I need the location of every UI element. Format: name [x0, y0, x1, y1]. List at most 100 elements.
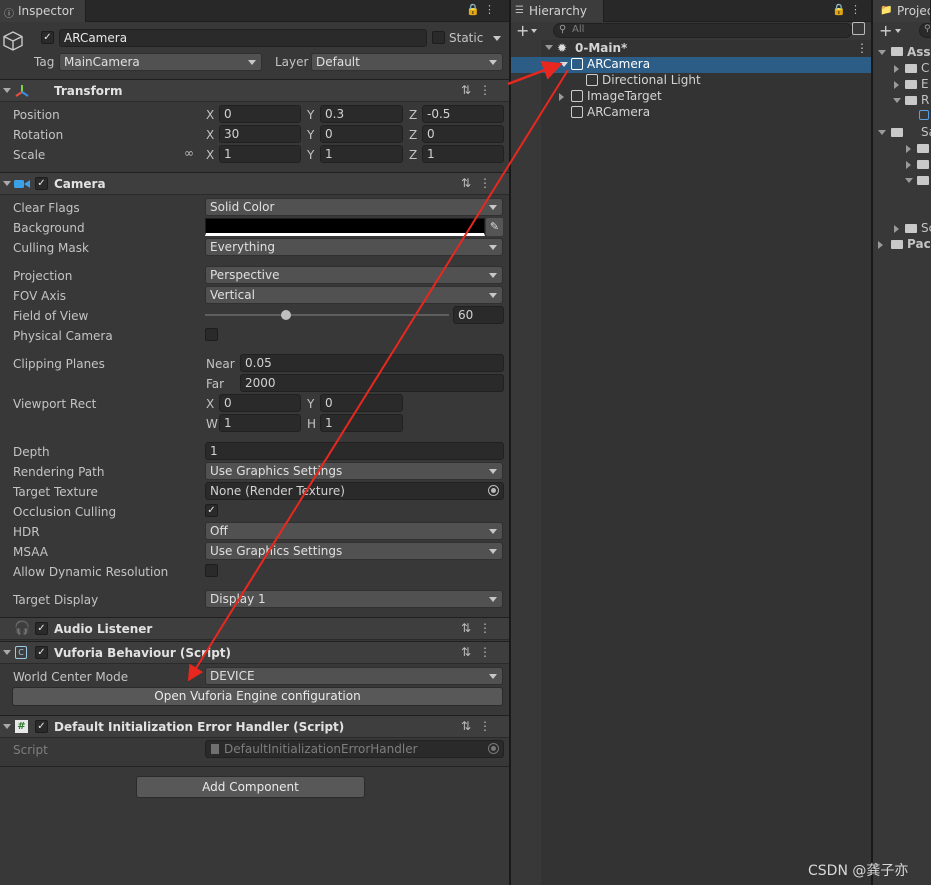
tab-hierarchy[interactable]: ☰ Hierarchy	[511, 0, 604, 22]
projection-dropdown[interactable]: Perspective	[205, 266, 503, 284]
scale-x-field[interactable]: 1	[219, 145, 301, 163]
error-handler-checkbox[interactable]: ✓	[35, 720, 48, 733]
static-checkbox[interactable]	[432, 31, 445, 44]
fold-arrow-icon[interactable]	[878, 50, 886, 55]
project-item-packages[interactable]: Pac	[907, 237, 931, 251]
fold-arrow-icon[interactable]	[894, 81, 899, 89]
active-checkbox[interactable]: ✓	[41, 31, 54, 44]
vuforia-enabled-checkbox[interactable]: ✓	[35, 646, 48, 659]
audio-listener-header[interactable]: 🎧 ✓ Audio Listener ⇅⋮	[0, 617, 509, 640]
msaa-dropdown[interactable]: Use Graphics Settings	[205, 542, 503, 560]
fold-arrow-icon[interactable]	[905, 178, 913, 183]
occlusion-culling-checkbox[interactable]: ✓	[205, 504, 218, 517]
scene-menu-icon[interactable]: ⋮	[856, 41, 868, 55]
viewport-w-field[interactable]: 1	[219, 414, 301, 432]
viewport-y-field[interactable]: 0	[320, 394, 403, 412]
target-display-dropdown[interactable]: Display 1	[205, 590, 503, 608]
fov-axis-dropdown[interactable]: Vertical	[205, 286, 503, 304]
fold-arrow-icon[interactable]	[878, 241, 883, 249]
rotation-x-field[interactable]: 30	[219, 125, 301, 143]
add-component-button[interactable]: Add Component	[136, 776, 365, 798]
hierarchy-lock-icon[interactable]: 🔒⋮	[832, 3, 865, 16]
hierarchy-item-arcamera[interactable]: ARCamera	[511, 105, 871, 121]
fold-arrow-icon[interactable]	[560, 62, 568, 67]
rotation-y-field[interactable]: 0	[320, 125, 403, 143]
target-texture-field[interactable]: None (Render Texture)	[205, 482, 504, 500]
fov-slider-thumb[interactable]	[280, 310, 291, 320]
rendering-path-dropdown[interactable]: Use Graphics Settings	[205, 462, 503, 480]
constrain-proportions-icon[interactable]: ∞	[184, 146, 194, 160]
axis-x-label: X	[206, 128, 215, 142]
project-item-samples[interactable]: Sa	[921, 125, 931, 139]
physical-camera-checkbox[interactable]	[205, 328, 218, 341]
camera-header[interactable]: ✓ Camera ⇅⋮	[0, 172, 509, 195]
fold-arrow-icon[interactable]	[3, 650, 11, 655]
project-item[interactable]: E	[921, 77, 929, 91]
component-menu-icon[interactable]: ⇅⋮	[461, 645, 499, 659]
depth-field[interactable]: 1	[205, 442, 504, 460]
position-z-field[interactable]: -0.5	[422, 105, 504, 123]
transform-header[interactable]: Transform ⇅⋮	[0, 79, 509, 102]
viewport-h-field[interactable]: 1	[320, 414, 403, 432]
scene-row[interactable]: ✹ 0-Main*	[511, 41, 871, 57]
hierarchy-item-directional-light[interactable]: Directional Light	[511, 73, 871, 89]
inspector-lock-icon[interactable]: 🔒⋮	[466, 3, 499, 16]
audio-listener-checkbox[interactable]: ✓	[35, 622, 48, 635]
fold-arrow-icon[interactable]	[3, 181, 11, 186]
project-item-assets[interactable]: Ass	[907, 45, 931, 59]
hierarchy-item-imagetarget[interactable]: ImageTarget	[511, 89, 871, 105]
position-y-field[interactable]: 0.3	[320, 105, 403, 123]
vuforia-header[interactable]: C ✓ Vuforia Behaviour (Script) ⇅⋮	[0, 641, 509, 664]
hdr-dropdown[interactable]: Off	[205, 522, 503, 540]
tab-project[interactable]: 📁 Projec	[873, 0, 931, 22]
dynamic-resolution-checkbox[interactable]	[205, 564, 218, 577]
camera-enabled-checkbox[interactable]: ✓	[35, 177, 48, 190]
object-name-field[interactable]: ARCamera	[59, 29, 427, 47]
eyedropper-icon[interactable]: ✎	[486, 218, 503, 236]
static-dropdown-icon[interactable]	[493, 36, 501, 41]
fold-arrow-icon[interactable]	[894, 65, 899, 73]
fold-arrow-icon[interactable]	[878, 130, 886, 135]
project-search-input[interactable]: ⚲	[919, 23, 931, 38]
project-item[interactable]: Sc	[921, 221, 931, 235]
fov-field[interactable]: 60	[453, 306, 504, 324]
create-plus-icon[interactable]: +	[516, 21, 529, 40]
component-menu-icon[interactable]: ⇅⋮	[461, 83, 499, 97]
error-handler-header[interactable]: # ✓ Default Initialization Error Handler…	[0, 715, 509, 738]
tag-dropdown[interactable]: MainCamera	[59, 53, 262, 71]
layer-dropdown[interactable]: Default	[311, 53, 503, 71]
object-picker-icon[interactable]	[488, 485, 499, 496]
culling-mask-dropdown[interactable]: Everything	[205, 238, 503, 256]
fold-arrow-icon[interactable]	[906, 161, 911, 169]
component-menu-icon[interactable]: ⇅⋮	[461, 176, 499, 190]
fold-arrow-icon[interactable]	[3, 724, 11, 729]
clear-flags-dropdown[interactable]: Solid Color	[205, 198, 503, 216]
near-field[interactable]: 0.05	[240, 354, 504, 372]
create-plus-icon[interactable]: +	[879, 21, 892, 40]
scale-y-field[interactable]: 1	[320, 145, 403, 163]
component-menu-icon[interactable]: ⇅⋮	[461, 719, 499, 733]
position-x-field[interactable]: 0	[219, 105, 301, 123]
create-dropdown-icon[interactable]	[895, 29, 901, 33]
scale-z-field[interactable]: 1	[422, 145, 504, 163]
tab-inspector[interactable]: ⓘ Inspector	[0, 0, 86, 22]
fov-slider-track[interactable]	[205, 314, 449, 316]
rotation-z-field[interactable]: 0	[422, 125, 504, 143]
viewport-x-field[interactable]: 0	[219, 394, 301, 412]
fold-arrow-icon[interactable]	[893, 98, 901, 103]
open-vuforia-config-button[interactable]: Open Vuforia Engine configuration	[12, 687, 503, 706]
component-menu-icon[interactable]: ⇅⋮	[461, 621, 499, 635]
create-dropdown-icon[interactable]	[531, 29, 537, 33]
hierarchy-search-input[interactable]: ⚲ All	[553, 23, 853, 38]
hierarchy-item-arcamera-selected[interactable]: ARCamera	[511, 57, 871, 73]
project-item[interactable]: C	[921, 61, 929, 75]
scene-visibility-icon[interactable]	[852, 22, 865, 35]
fold-arrow-icon[interactable]	[559, 93, 564, 101]
fold-arrow-icon[interactable]	[906, 145, 911, 153]
fold-arrow-icon[interactable]	[894, 225, 899, 233]
fold-arrow-icon[interactable]	[3, 88, 11, 93]
far-field[interactable]: 2000	[240, 374, 504, 392]
world-center-mode-dropdown[interactable]: DEVICE	[205, 667, 503, 685]
background-color-swatch[interactable]	[205, 218, 485, 236]
project-item[interactable]: R	[921, 93, 929, 107]
